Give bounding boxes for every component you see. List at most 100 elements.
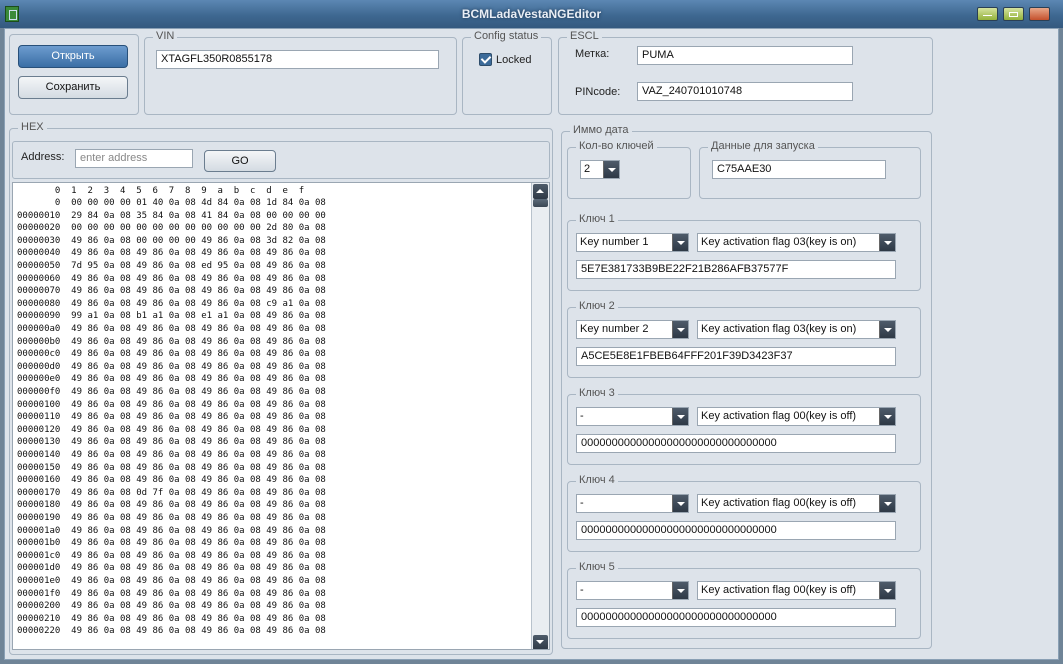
- chevron-down-icon: [672, 582, 688, 599]
- chevron-down-icon: [879, 321, 895, 338]
- hex-caption: HEX: [18, 121, 47, 133]
- pincode-label: PINcode:: [575, 86, 621, 98]
- key-data-field[interactable]: 5E7E381733B9BE22F21B286AFB37577F: [576, 260, 896, 279]
- hex-row: 00000020 00 00 00 00 00 00 00 00 00 00 0…: [17, 223, 326, 234]
- hex-row: 000001f0 49 86 0a 08 49 86 0a 08 49 86 0…: [17, 588, 326, 599]
- key-number-value: -: [580, 497, 584, 509]
- scroll-thumb[interactable]: [533, 199, 548, 207]
- hex-row: 00000140 49 86 0a 08 49 86 0a 08 49 86 0…: [17, 450, 326, 460]
- key-count-group: Кол-во ключей 2: [567, 140, 691, 199]
- open-button[interactable]: Открыть: [18, 45, 128, 68]
- close-button[interactable]: [1029, 7, 1050, 21]
- key-number-select[interactable]: -: [576, 494, 689, 513]
- hex-row: 00000070 49 86 0a 08 49 86 0a 08 49 86 0…: [17, 286, 326, 297]
- vin-caption: VIN: [153, 30, 178, 42]
- key-number-select[interactable]: -: [576, 581, 689, 600]
- key-number-select[interactable]: Key number 1: [576, 233, 689, 252]
- key-data-field[interactable]: 00000000000000000000000000000000: [576, 608, 896, 627]
- vin-group: VIN XTAGFL350R0855178: [144, 30, 457, 115]
- scroll-up-icon[interactable]: [533, 184, 548, 199]
- save-button[interactable]: Сохранить: [18, 76, 128, 99]
- key-group-3: Ключ 3 - Key activation flag 00(key is off…: [567, 387, 921, 465]
- chevron-down-icon: [879, 234, 895, 251]
- chevron-down-icon: [603, 161, 619, 178]
- address-bar: Address: enter address GO: [12, 141, 550, 179]
- key-group-2: Ключ 2 Key number 2 Key activation flag 03…: [567, 300, 921, 378]
- hex-row: 00000150 49 86 0a 08 49 86 0a 08 49 86 0…: [17, 462, 326, 473]
- minimize-button[interactable]: [977, 7, 998, 21]
- key-number-value: Key number 1: [580, 236, 649, 248]
- hex-row: 00000190 49 86 0a 08 49 86 0a 08 49 86 0…: [17, 513, 326, 523]
- hex-row: 00000200 49 86 0a 08 49 86 0a 08 49 86 0…: [17, 601, 326, 612]
- hex-row: 00000050 7d 95 0a 08 49 86 0a 08 ed 95 0…: [17, 261, 326, 271]
- chevron-down-icon: [879, 582, 895, 599]
- vin-field[interactable]: XTAGFL350R0855178: [156, 50, 439, 69]
- key-number-value: -: [580, 584, 584, 596]
- hex-row: 00000010 29 84 0a 08 35 84 0a 08 41 84 0…: [17, 210, 326, 221]
- key-caption: Ключ 1: [576, 213, 618, 225]
- start-data-caption: Данные для запуска: [708, 140, 818, 152]
- label-field[interactable]: PUMA: [637, 46, 853, 65]
- key-caption: Ключ 5: [576, 561, 618, 573]
- hex-row: 00000210 49 86 0a 08 49 86 0a 08 49 86 0…: [17, 613, 326, 624]
- key-caption: Ключ 3: [576, 387, 618, 399]
- minimize-icon: [983, 15, 992, 17]
- address-input[interactable]: enter address: [75, 149, 193, 168]
- key-count-select[interactable]: 2: [580, 160, 620, 179]
- hex-row: 000001e0 49 86 0a 08 49 86 0a 08 49 86 0…: [17, 576, 326, 586]
- key-data-field[interactable]: 00000000000000000000000000000000: [576, 434, 896, 453]
- key-flag-value: Key activation flag 00(key is off): [701, 584, 857, 596]
- chevron-down-icon: [879, 408, 895, 425]
- key-flag-value: Key activation flag 03(key is on): [701, 236, 857, 248]
- locked-checkbox[interactable]: [479, 53, 492, 66]
- hex-row: 000000c0 49 86 0a 08 49 86 0a 08 49 86 0…: [17, 349, 326, 360]
- hex-row: 00000100 49 86 0a 08 49 86 0a 08 49 86 0…: [17, 399, 326, 410]
- key-flag-select[interactable]: Key activation flag 00(key is off): [697, 407, 896, 426]
- chevron-down-icon: [672, 408, 688, 425]
- hex-row: 000000f0 49 86 0a 08 49 86 0a 08 49 86 0…: [17, 387, 326, 397]
- key-data-field[interactable]: 00000000000000000000000000000000: [576, 521, 896, 540]
- title-bar: BCMLadaVestaNGEditor: [0, 0, 1063, 28]
- key-flag-value: Key activation flag 00(key is off): [701, 497, 857, 509]
- hex-row: 00000030 49 86 0a 08 00 00 00 00 49 86 0…: [17, 235, 326, 246]
- hex-row: 000001a0 49 86 0a 08 49 86 0a 08 49 86 0…: [17, 525, 326, 536]
- chevron-down-icon: [672, 321, 688, 338]
- key-group-4: Ключ 4 - Key activation flag 00(key is off…: [567, 474, 921, 552]
- key-caption: Ключ 4: [576, 474, 618, 486]
- start-data-field[interactable]: C75AAE30: [712, 160, 886, 179]
- key-data-field[interactable]: A5CE5E8E1FBEB64FFF201F39D3423F37: [576, 347, 896, 366]
- key-flag-select[interactable]: Key activation flag 03(key is on): [697, 233, 896, 252]
- key-caption: Ключ 2: [576, 300, 618, 312]
- hex-view[interactable]: 0 1 2 3 4 5 6 7 8 9 a b c d e f 0 00 00 …: [12, 182, 550, 650]
- hex-row: 00000040 49 86 0a 08 49 86 0a 08 49 86 0…: [17, 248, 326, 259]
- label-label: Метка:: [575, 48, 610, 60]
- hex-header: 0 1 2 3 4 5 6 7 8 9 a b c d e f: [17, 186, 305, 196]
- key-flag-select[interactable]: Key activation flag 00(key is off): [697, 494, 896, 513]
- key-number-select[interactable]: -: [576, 407, 689, 426]
- key-count-caption: Кол-во ключей: [576, 140, 657, 152]
- hex-row: 00000130 49 86 0a 08 49 86 0a 08 49 86 0…: [17, 437, 326, 448]
- hex-row: 000000a0 49 86 0a 08 49 86 0a 08 49 86 0…: [17, 324, 326, 334]
- key-count-value: 2: [584, 163, 591, 175]
- go-button[interactable]: GO: [204, 150, 276, 172]
- key-number-select[interactable]: Key number 2: [576, 320, 689, 339]
- maximize-button[interactable]: [1003, 7, 1024, 21]
- hex-row: 00000090 99 a1 0a 08 b1 a1 0a 08 e1 a1 0…: [17, 311, 326, 322]
- hex-row: 00000060 49 86 0a 08 49 86 0a 08 49 86 0…: [17, 273, 326, 284]
- key-flag-select[interactable]: Key activation flag 00(key is off): [697, 581, 896, 600]
- locked-label: Locked: [496, 54, 532, 66]
- immo-group: Иммо дата Кол-во ключей 2 Данные для зап…: [561, 124, 932, 649]
- immo-caption: Иммо дата: [570, 124, 632, 136]
- hex-row: 000000d0 49 86 0a 08 49 86 0a 08 49 86 0…: [17, 361, 326, 372]
- key-group-5: Ключ 5 - Key activation flag 00(key is off…: [567, 561, 921, 639]
- pincode-field[interactable]: VAZ_240701010748: [637, 82, 853, 101]
- scroll-down-icon[interactable]: [533, 635, 548, 649]
- hex-row: 000000e0 49 86 0a 08 49 86 0a 08 49 86 0…: [17, 374, 326, 385]
- window-title: BCMLadaVestaNGEditor: [461, 7, 602, 21]
- escl-group: ESCL Метка: PUMA PINcode: VAZ_2407010107…: [558, 30, 933, 115]
- hex-scrollbar[interactable]: [531, 183, 549, 649]
- hex-row: 00000120 49 86 0a 08 49 86 0a 08 49 86 0…: [17, 424, 326, 435]
- hex-row: 000001c0 49 86 0a 08 49 86 0a 08 49 86 0…: [17, 550, 326, 561]
- key-flag-select[interactable]: Key activation flag 03(key is on): [697, 320, 896, 339]
- key-number-value: -: [580, 410, 584, 422]
